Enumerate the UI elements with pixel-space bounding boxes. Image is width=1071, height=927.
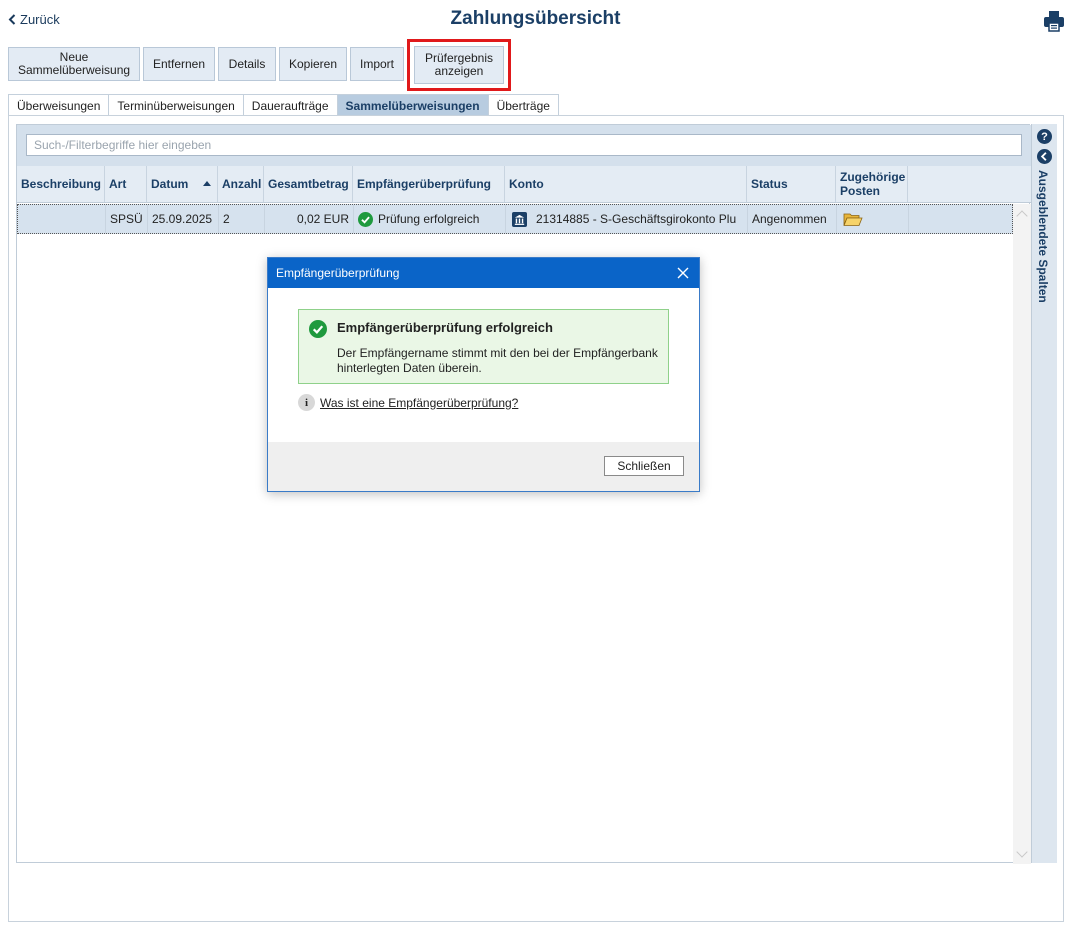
- scroll-down-icon[interactable]: [1016, 846, 1028, 858]
- dialog-footer: Schließen: [268, 442, 699, 491]
- hidden-columns-label: Ausgeblendete Spalten: [1036, 170, 1050, 303]
- cell-datum: 25.09.2025: [148, 205, 219, 233]
- tab-scheduled-transfers[interactable]: Terminüberweisungen: [108, 94, 244, 116]
- search-input[interactable]: [26, 134, 1022, 156]
- cell-anzahl: 2: [219, 205, 265, 233]
- main-panel: Beschreibung Art Datum Anzahl Gesamtbetr…: [8, 115, 1064, 922]
- check-circle-icon: [358, 211, 373, 227]
- chevron-left-circle-icon[interactable]: [1037, 149, 1052, 164]
- cell-gesamtbetrag: 0,02 EUR: [265, 205, 354, 233]
- remove-button[interactable]: Entfernen: [143, 47, 215, 81]
- highlight-frame: Prüfergebnis anzeigen: [407, 39, 511, 91]
- tab-standing-orders[interactable]: Daueraufträge: [242, 94, 338, 116]
- cell-zugehoerige-posten: [837, 205, 909, 233]
- recipient-check-dialog: Empfängerüberprüfung Empfängerüberprüfun…: [267, 257, 700, 492]
- cell-art: SPSÜ: [106, 205, 148, 233]
- help-icon[interactable]: ?: [1037, 129, 1052, 144]
- show-check-result-button[interactable]: Prüfergebnis anzeigen: [414, 46, 504, 84]
- check-circle-icon: [309, 320, 327, 338]
- tab-transfers[interactable]: Überweisungen: [8, 94, 110, 116]
- folder-open-icon[interactable]: [843, 212, 863, 227]
- table-header: Beschreibung Art Datum Anzahl Gesamtbetr…: [17, 166, 1031, 203]
- account-name: 21314885 - S-Geschäftsgirokonto Plu: [536, 212, 737, 226]
- table-row[interactable]: SPSÜ 25.09.2025 2 0,02 EUR Prüfung erfol…: [17, 204, 1013, 234]
- details-button[interactable]: Details: [218, 47, 276, 81]
- column-header-konto[interactable]: Konto: [505, 166, 747, 202]
- tab-internal-transfers[interactable]: Überträge: [487, 94, 559, 116]
- tab-collective-transfers[interactable]: Sammelüberweisungen: [336, 94, 489, 116]
- hidden-columns-panel[interactable]: ? Ausgeblendete Spalten: [1031, 124, 1057, 863]
- success-title: Empfängerüberprüfung erfolgreich: [337, 320, 553, 335]
- payments-grid: Beschreibung Art Datum Anzahl Gesamtbetr…: [16, 124, 1031, 864]
- info-icon: i: [298, 394, 315, 411]
- column-header-datum-label: Datum: [151, 177, 189, 191]
- filter-bar: [17, 125, 1031, 166]
- page-title: Zahlungsübersicht: [450, 8, 621, 29]
- toolbar: Neue Sammelüberweisung Entfernen Details…: [8, 39, 511, 91]
- column-header-anzahl[interactable]: Anzahl: [218, 166, 264, 202]
- column-header-art[interactable]: Art: [105, 166, 147, 202]
- column-header-gesamtbetrag[interactable]: Gesamtbetrag: [264, 166, 353, 202]
- new-collective-transfer-button[interactable]: Neue Sammelüberweisung: [8, 47, 140, 81]
- column-header-beschreibung[interactable]: Beschreibung: [17, 166, 105, 202]
- vertical-scrollbar[interactable]: [1013, 204, 1031, 864]
- success-message-box: Empfängerüberprüfung erfolgreich Der Emp…: [298, 309, 669, 384]
- info-row: i Was ist eine Empfängerüberprüfung?: [298, 394, 518, 411]
- cell-empfaengerpruefung: Prüfung erfolgreich: [354, 205, 506, 233]
- column-header-empfaengerpruefung[interactable]: Empfängerüberprüfung: [353, 166, 505, 202]
- dialog-titlebar: Empfängerüberprüfung: [268, 258, 699, 288]
- dialog-title: Empfängerüberprüfung: [276, 266, 400, 280]
- info-link[interactable]: Was ist eine Empfängerüberprüfung?: [320, 396, 518, 410]
- bank-icon: [512, 211, 527, 227]
- printer-icon[interactable]: [1043, 10, 1065, 32]
- copy-button[interactable]: Kopieren: [279, 47, 347, 81]
- scroll-up-icon[interactable]: [1016, 210, 1028, 222]
- recipient-check-status: Prüfung erfolgreich: [378, 212, 480, 226]
- column-header-zugehoerige-posten[interactable]: Zugehörige Posten: [836, 166, 908, 202]
- cell-status: Angenommen: [748, 205, 837, 233]
- sort-ascending-icon: [203, 181, 211, 186]
- tab-bar: Überweisungen Terminüberweisungen Dauera…: [8, 94, 559, 116]
- close-button[interactable]: Schließen: [604, 456, 684, 476]
- success-text: Der Empfängername stimmt mit den bei der…: [337, 346, 658, 375]
- close-icon[interactable]: [675, 265, 691, 281]
- column-header-status[interactable]: Status: [747, 166, 836, 202]
- column-header-datum[interactable]: Datum: [147, 166, 218, 202]
- cell-konto: 21314885 - S-Geschäftsgirokonto Plu: [506, 205, 748, 233]
- import-button[interactable]: Import: [350, 47, 404, 81]
- cell-beschreibung: [18, 205, 106, 233]
